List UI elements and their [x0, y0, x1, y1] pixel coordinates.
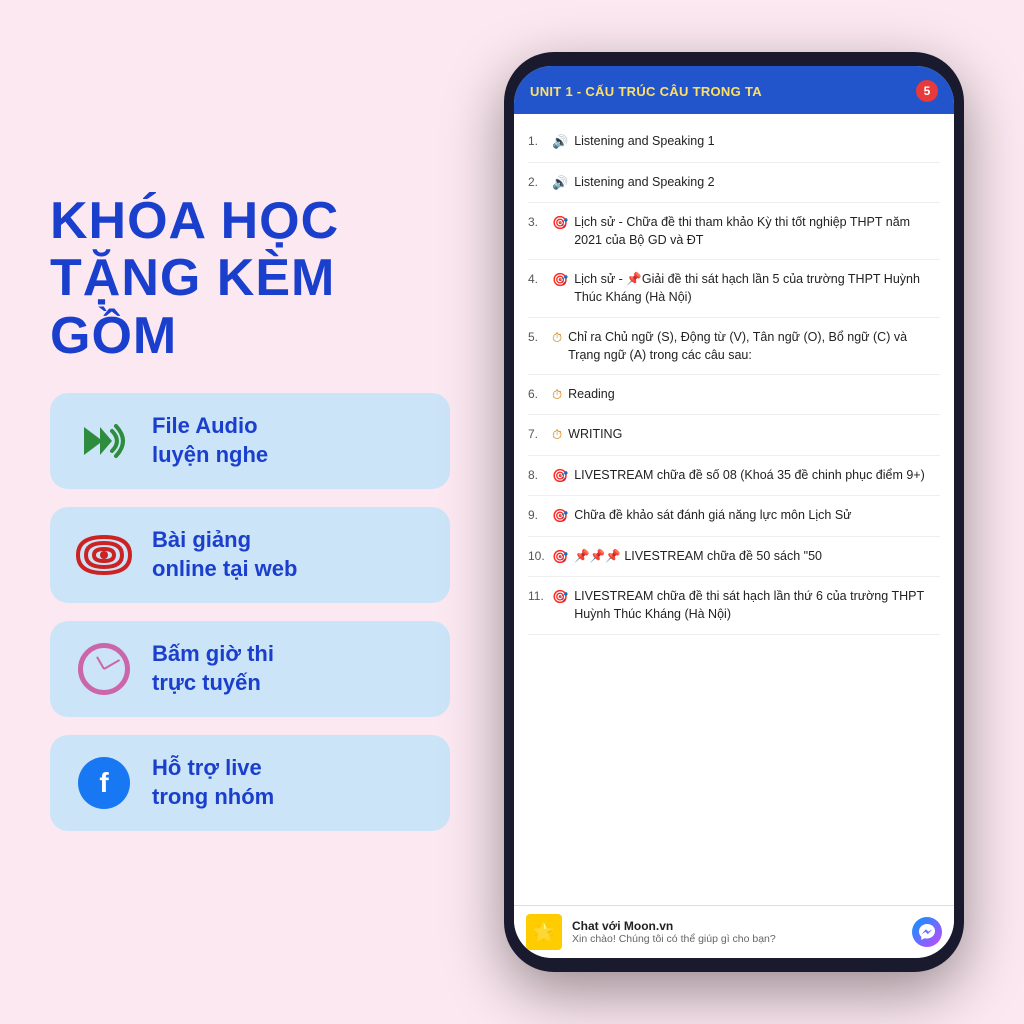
clock-icon [74, 639, 134, 699]
feature-facebook-card: f Hỗ trợ live trong nhóm [50, 735, 450, 831]
lesson-item-11[interactable]: 11. 🎯 LIVESTREAM chữa đề thi sát hạch lầ… [528, 577, 940, 634]
messenger-icon[interactable] [912, 917, 942, 947]
lesson-text-8: LIVESTREAM chữa đề số 08 (Khoá 35 đề chi… [574, 466, 940, 486]
lesson-item-9[interactable]: 9. 🎯 Chữa đề khảo sát đánh giá năng lực … [528, 496, 940, 537]
lesson-num-10: 10. [528, 547, 546, 567]
feature-facebook-text: Hỗ trợ live trong nhóm [152, 754, 274, 811]
lesson-icon-11: 🎯 [552, 587, 568, 623]
lesson-num-5: 5. [528, 328, 546, 364]
lesson-item-1[interactable]: 1. 🔊 Listening and Speaking 1 [528, 122, 940, 163]
lesson-text-1: Listening and Speaking 1 [574, 132, 940, 152]
lesson-num-6: 6. [528, 385, 546, 405]
lesson-icon-6: ⏱ [552, 385, 562, 405]
lesson-icon-3: 🎯 [552, 213, 568, 249]
lesson-text-10: 📌📌📌 LIVESTREAM chữa đề 50 sách "50 [574, 547, 940, 567]
facebook-icon: f [74, 753, 134, 813]
main-container: KHÓA HỌC TẶNG KÈM GỒM File Audio luyện n… [0, 0, 1024, 1024]
badge: 5 [916, 80, 938, 102]
lesson-num-8: 8. [528, 466, 546, 486]
phone-device: UNIT 1 - CẤU TRÚC CÂU TRONG TA 5 1. 🔊 Li… [504, 52, 964, 972]
title-line1: KHÓA HỌC [50, 192, 339, 250]
lesson-num-3: 3. [528, 213, 546, 249]
feature-facebook-line1: Hỗ trợ live [152, 755, 262, 780]
feature-broadcast-line1: Bài giảng [152, 527, 251, 552]
lesson-num-9: 9. [528, 506, 546, 526]
chat-avatar: 🌟 [526, 914, 562, 950]
feature-audio-line1: File Audio [152, 413, 258, 438]
feature-broadcast-line2: online tại web [152, 556, 297, 581]
feature-clock-line2: trực tuyến [152, 670, 261, 695]
main-title: KHÓA HỌC TẶNG KÈM GỒM [50, 193, 450, 365]
unit-title: UNIT 1 - CẤU TRÚC CÂU TRONG TA [530, 84, 762, 99]
broadcast-icon [74, 525, 134, 585]
feature-audio-text: File Audio luyện nghe [152, 412, 268, 469]
lesson-item-3[interactable]: 3. 🎯 Lịch sử - Chữa đề thi tham khảo Kỳ … [528, 203, 940, 260]
lesson-num-11: 11. [528, 587, 546, 623]
lesson-num-2: 2. [528, 173, 546, 193]
lesson-text-9: Chữa đề khảo sát đánh giá năng lực môn L… [574, 506, 940, 526]
lesson-num-4: 4. [528, 270, 546, 306]
lesson-item-6[interactable]: 6. ⏱ Reading [528, 375, 940, 416]
lesson-text-6: Reading [568, 385, 940, 405]
lesson-icon-10: 🎯 [552, 547, 568, 567]
feature-audio-card: File Audio luyện nghe [50, 393, 450, 489]
lesson-text-4: Lịch sử - 📌Giải đề thi sát hạch lần 5 củ… [574, 270, 940, 306]
lesson-text-3: Lịch sử - Chữa đề thi tham khảo Kỳ thi t… [574, 213, 940, 249]
chat-title: Chat với Moon.vn [572, 919, 902, 933]
lesson-text-11: LIVESTREAM chữa đề thi sát hạch lần thứ … [574, 587, 940, 623]
feature-clock-line1: Bấm giờ thi [152, 641, 274, 666]
lesson-item-5[interactable]: 5. ⏱ Chỉ ra Chủ ngữ (S), Động từ (V), Tâ… [528, 318, 940, 375]
feature-broadcast-card: Bài giảng online tại web [50, 507, 450, 603]
feature-clock-card: Bấm giờ thi trực tuyến [50, 621, 450, 717]
audio-icon [74, 411, 134, 471]
lesson-num-1: 1. [528, 132, 546, 152]
lesson-icon-1: 🔊 [552, 132, 568, 152]
feature-audio-line2: luyện nghe [152, 442, 268, 467]
lesson-icon-8: 🎯 [552, 466, 568, 486]
lesson-text-7: WRITING [568, 425, 940, 445]
chat-text-block: Chat với Moon.vn Xin chào! Chúng tôi có … [572, 919, 902, 945]
lesson-item-2[interactable]: 2. 🔊 Listening and Speaking 2 [528, 163, 940, 204]
lesson-item-4[interactable]: 4. 🎯 Lịch sử - 📌Giải đề thi sát hạch lần… [528, 260, 940, 317]
chat-bar[interactable]: 🌟 Chat với Moon.vn Xin chào! Chúng tôi c… [514, 905, 954, 958]
phone-wrapper: UNIT 1 - CẤU TRÚC CÂU TRONG TA 5 1. 🔊 Li… [474, 52, 994, 972]
lesson-icon-7: ⏱ [552, 425, 562, 445]
title-line2: TẶNG KÈM GỒM [50, 249, 335, 364]
lesson-icon-9: 🎯 [552, 506, 568, 526]
lesson-item-7[interactable]: 7. ⏱ WRITING [528, 415, 940, 456]
feature-facebook-line2: trong nhóm [152, 784, 274, 809]
lesson-item-10[interactable]: 10. 🎯 📌📌📌 LIVESTREAM chữa đề 50 sách "50 [528, 537, 940, 578]
lesson-icon-2: 🔊 [552, 173, 568, 193]
lesson-text-5: Chỉ ra Chủ ngữ (S), Động từ (V), Tân ngữ… [568, 328, 940, 364]
lesson-list: 1. 🔊 Listening and Speaking 1 2. 🔊 Liste… [514, 114, 954, 905]
phone-screen: UNIT 1 - CẤU TRÚC CÂU TRONG TA 5 1. 🔊 Li… [514, 66, 954, 958]
feature-broadcast-text: Bài giảng online tại web [152, 526, 297, 583]
left-panel: KHÓA HỌC TẶNG KÈM GỒM File Audio luyện n… [50, 193, 450, 831]
phone-header: UNIT 1 - CẤU TRÚC CÂU TRONG TA 5 [514, 66, 954, 114]
lesson-icon-5: ⏱ [552, 328, 562, 364]
lesson-text-2: Listening and Speaking 2 [574, 173, 940, 193]
chat-subtitle: Xin chào! Chúng tôi có thể giúp gì cho b… [572, 933, 902, 945]
feature-clock-text: Bấm giờ thi trực tuyến [152, 640, 274, 697]
lesson-icon-4: 🎯 [552, 270, 568, 306]
lesson-num-7: 7. [528, 425, 546, 445]
lesson-item-8[interactable]: 8. 🎯 LIVESTREAM chữa đề số 08 (Khoá 35 đ… [528, 456, 940, 497]
